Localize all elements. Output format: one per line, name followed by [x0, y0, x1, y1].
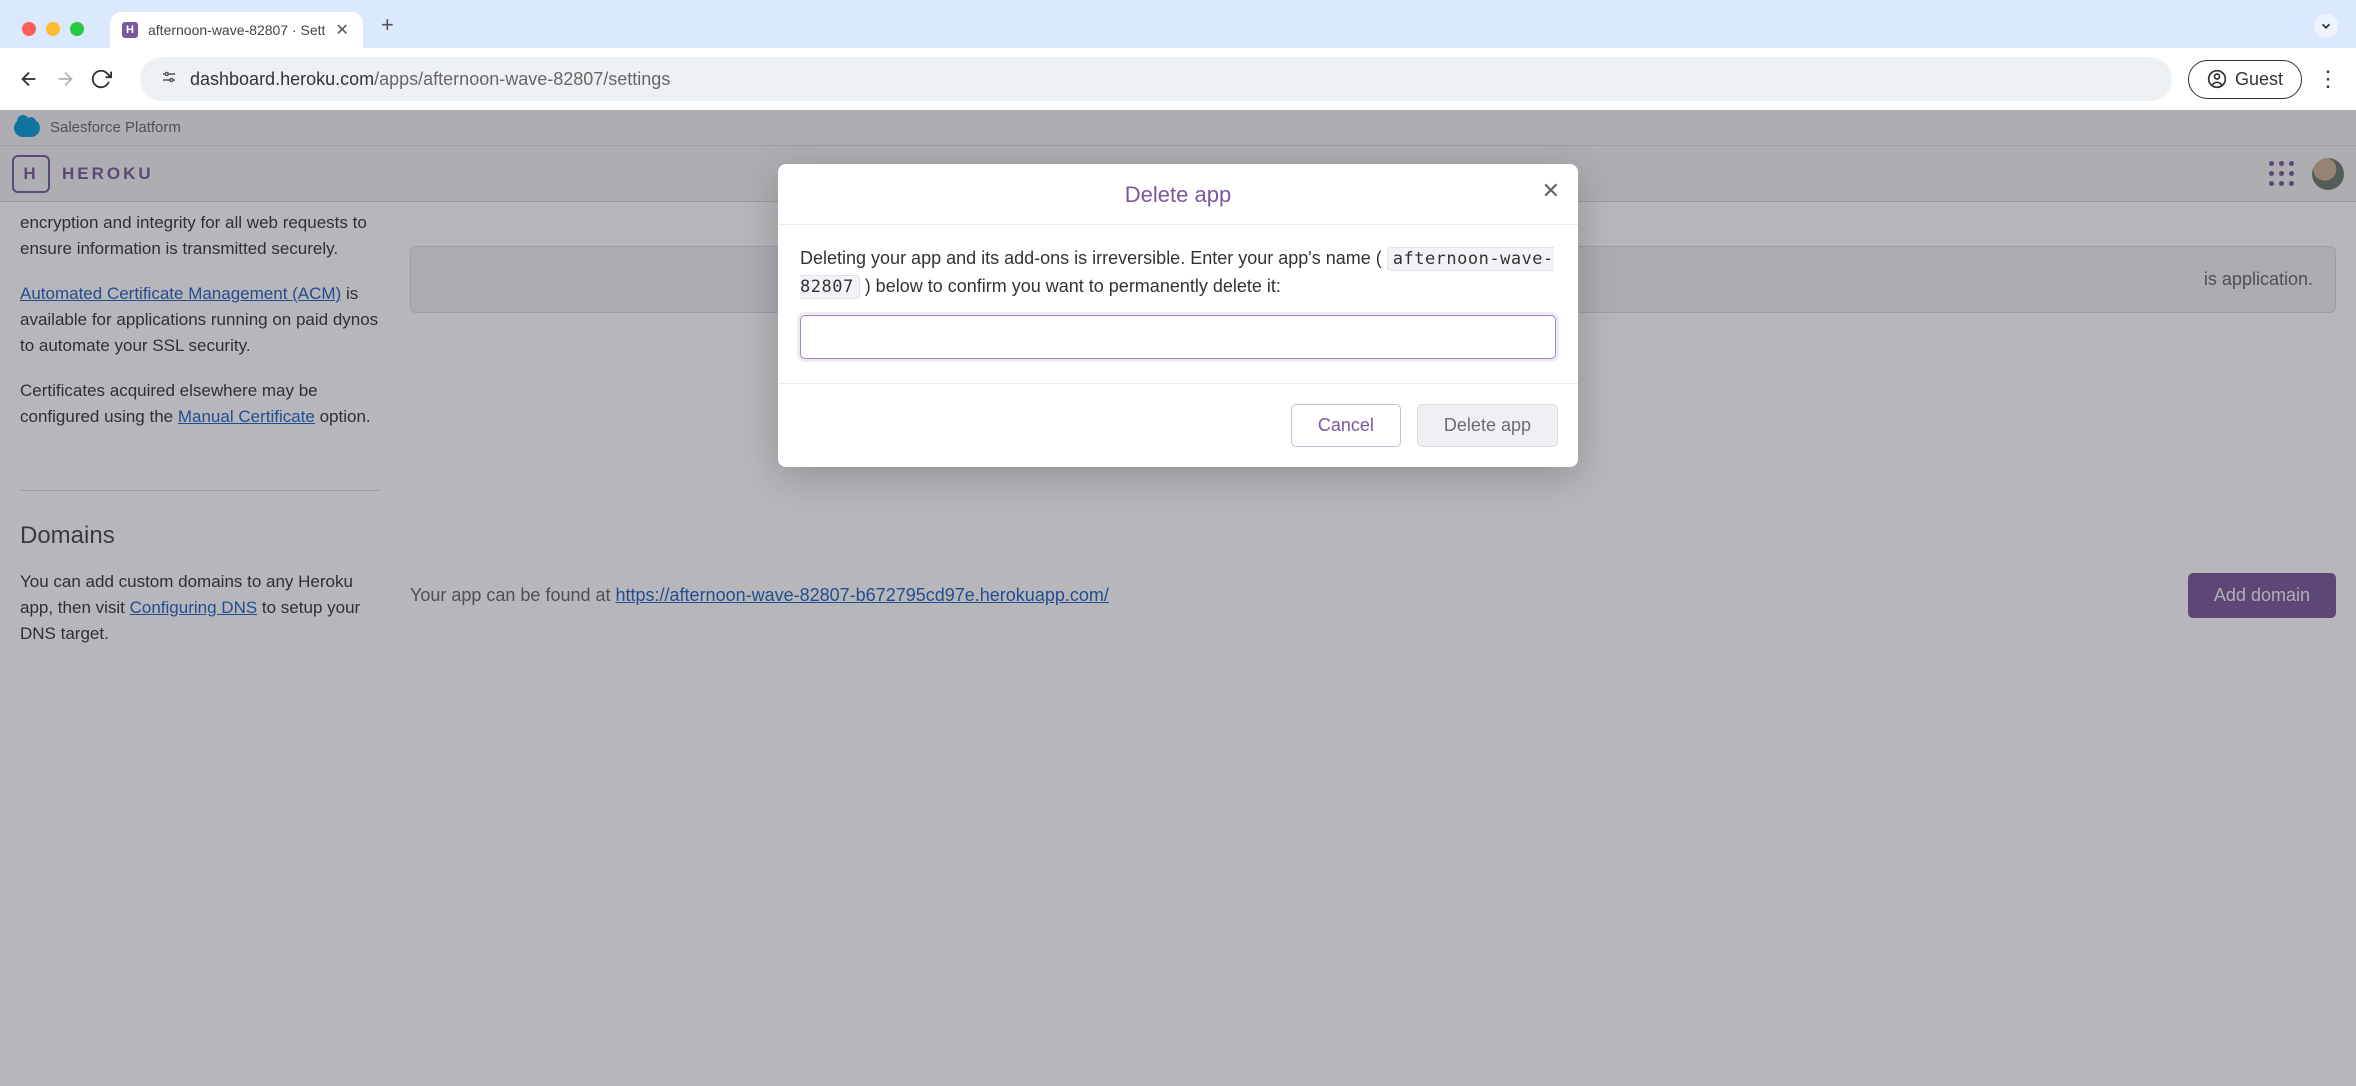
- chevron-down-icon: [2319, 19, 2333, 33]
- modal-footer: Cancel Delete app: [778, 383, 1578, 467]
- confirm-app-name-input[interactable]: [800, 315, 1556, 359]
- window-minimize-button[interactable]: [46, 22, 60, 36]
- profile-label: Guest: [2235, 69, 2283, 90]
- url-host: dashboard.heroku.com: [190, 69, 374, 89]
- browser-chrome: H afternoon-wave-82807 · Sett ✕ + dashbo…: [0, 0, 2356, 110]
- browser-menu-button[interactable]: ⋮: [2314, 65, 2342, 93]
- tab-title: afternoon-wave-82807 · Sett: [148, 22, 325, 38]
- modal-overlay[interactable]: Delete app ✕ Deleting your app and its a…: [0, 110, 2356, 1086]
- profile-chip[interactable]: Guest: [2188, 60, 2302, 99]
- cancel-button[interactable]: Cancel: [1291, 404, 1401, 447]
- window-maximize-button[interactable]: [70, 22, 84, 36]
- nav-forward-button: [50, 64, 80, 94]
- site-info-icon[interactable]: [160, 68, 178, 91]
- tune-icon: [160, 68, 178, 86]
- window-close-button[interactable]: [22, 22, 36, 36]
- browser-toolbar: dashboard.heroku.com/apps/afternoon-wave…: [0, 48, 2356, 110]
- modal-close-button[interactable]: ✕: [1542, 178, 1560, 204]
- arrow-left-icon: [18, 68, 40, 90]
- modal-header: Delete app ✕: [778, 164, 1578, 225]
- tabs-dropdown-button[interactable]: [2314, 14, 2338, 38]
- modal-body: Deleting your app and its add-ons is irr…: [778, 225, 1578, 383]
- tab-close-button[interactable]: ✕: [335, 20, 348, 40]
- modal-body-post: ) below to confirm you want to permanent…: [860, 276, 1281, 296]
- delete-app-modal: Delete app ✕ Deleting your app and its a…: [778, 164, 1578, 467]
- page-viewport: Salesforce Platform H HEROKU encryption …: [0, 110, 2356, 1086]
- new-tab-button[interactable]: +: [363, 12, 404, 48]
- url-text: dashboard.heroku.com/apps/afternoon-wave…: [190, 69, 670, 90]
- modal-title: Delete app: [1125, 182, 1231, 207]
- nav-back-button[interactable]: [14, 64, 44, 94]
- browser-tab[interactable]: H afternoon-wave-82807 · Sett ✕: [110, 12, 363, 48]
- address-bar[interactable]: dashboard.heroku.com/apps/afternoon-wave…: [140, 57, 2172, 101]
- browser-tab-strip: H afternoon-wave-82807 · Sett ✕ +: [0, 0, 2356, 48]
- arrow-right-icon: [54, 68, 76, 90]
- modal-warning-text: Deleting your app and its add-ons is irr…: [800, 245, 1556, 301]
- kebab-icon: ⋮: [2317, 68, 2339, 90]
- reload-icon: [90, 68, 112, 90]
- url-path: /apps/afternoon-wave-82807/settings: [374, 69, 670, 89]
- close-icon: ✕: [1542, 178, 1560, 203]
- tab-favicon-icon: H: [122, 22, 138, 38]
- modal-body-pre: Deleting your app and its add-ons is irr…: [800, 248, 1387, 268]
- delete-app-confirm-button[interactable]: Delete app: [1417, 404, 1558, 447]
- user-circle-icon: [2207, 69, 2227, 89]
- nav-reload-button[interactable]: [86, 64, 116, 94]
- window-controls: [12, 22, 92, 48]
